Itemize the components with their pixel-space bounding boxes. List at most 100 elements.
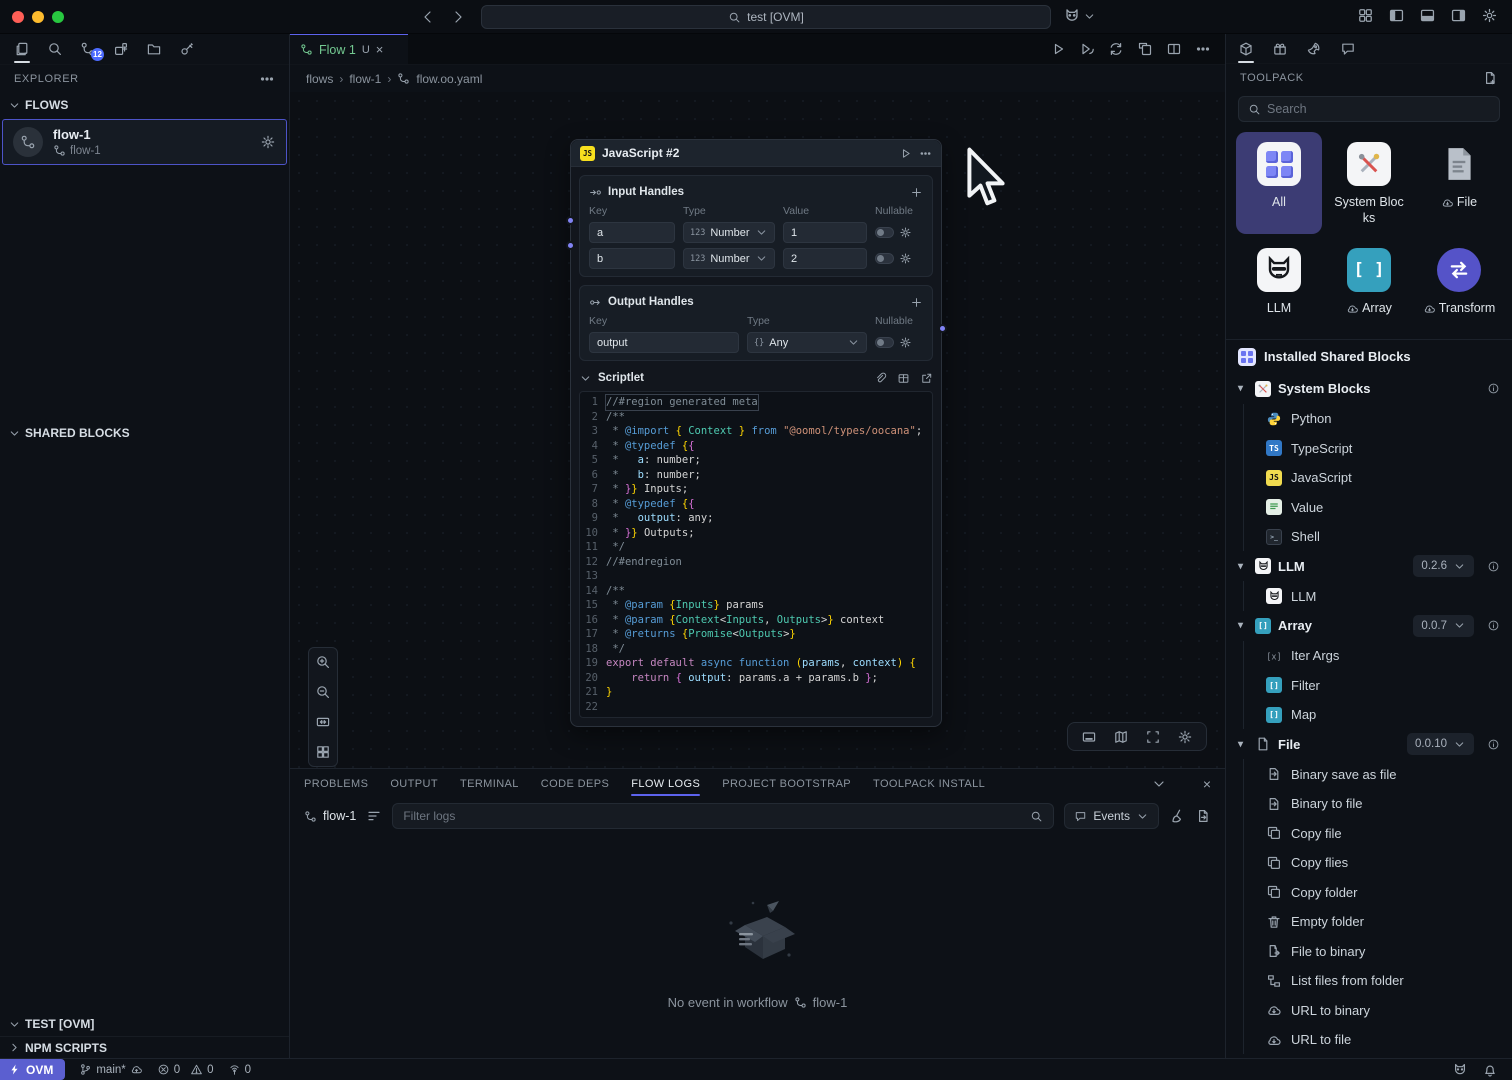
panel-right-icon[interactable]: [1450, 7, 1467, 24]
fit-icon[interactable]: [315, 714, 331, 730]
block-item-map[interactable]: []Map: [1226, 700, 1512, 730]
block-item-iter-args[interactable]: [x]Iter Args: [1226, 641, 1512, 671]
block-group-llm[interactable]: ▾LLM0.2.6: [1226, 551, 1512, 581]
panel-tab-code-deps[interactable]: CODE DEPS: [541, 769, 609, 799]
panel-flow-name[interactable]: flow-1: [304, 809, 356, 823]
toolpack-card-transform[interactable]: Transform: [1416, 238, 1502, 325]
panel-tab-toolpack-install[interactable]: TOOLPACK INSTALL: [873, 769, 985, 799]
canvas-map-icon[interactable]: [1113, 729, 1129, 745]
nullable-toggle[interactable]: [875, 337, 894, 348]
block-item-binary-save-as-file[interactable]: Binary save as file: [1226, 759, 1512, 789]
flow-card[interactable]: flow-1 flow-1: [2, 119, 287, 165]
history-back-button[interactable]: [420, 9, 436, 25]
editor-action-dup-icon[interactable]: [1137, 41, 1153, 57]
block-item-filter[interactable]: []Filter: [1226, 670, 1512, 700]
block-item-file-to-binary[interactable]: File to binary: [1226, 936, 1512, 966]
block-item-copy-flies[interactable]: Copy flies: [1226, 848, 1512, 878]
block-group-array[interactable]: ▾[]Array0.0.7: [1226, 611, 1512, 641]
panel-tab-project-bootstrap[interactable]: PROJECT BOOTSTRAP: [722, 769, 851, 799]
toolpack-search-input[interactable]: [1267, 102, 1490, 116]
rpanel-tab-chat-icon[interactable]: [1336, 36, 1360, 62]
flows-section-header[interactable]: FLOWS: [0, 93, 289, 117]
version-select[interactable]: 0.2.6: [1413, 555, 1474, 577]
block-item-binary-to-file[interactable]: Binary to file: [1226, 789, 1512, 819]
scriptlet-code-editor[interactable]: 1//#region generated meta2/**3 * @import…: [579, 391, 933, 718]
toolpack-card-file[interactable]: File: [1416, 132, 1502, 234]
git-branch-status[interactable]: main*: [79, 1063, 142, 1076]
add-input-icon[interactable]: [910, 186, 923, 199]
filter-logs-input[interactable]: [403, 809, 1030, 823]
editor-action-dots-icon[interactable]: [1195, 41, 1211, 57]
panel-tab-problems[interactable]: PROBLEMS: [304, 769, 368, 799]
log-list-icon[interactable]: [366, 808, 382, 824]
filter-logs-field[interactable]: [392, 803, 1054, 829]
block-item-copy-folder[interactable]: Copy folder: [1226, 877, 1512, 907]
close-window-button[interactable]: [12, 11, 24, 23]
panel-bottom-icon[interactable]: [1419, 7, 1436, 24]
editor-action-split-icon[interactable]: [1166, 41, 1182, 57]
panel-left-icon[interactable]: [1388, 7, 1405, 24]
export-logs-icon[interactable]: [1195, 808, 1211, 824]
minimize-window-button[interactable]: [32, 11, 44, 23]
breadcrumb-item[interactable]: flows: [306, 72, 333, 86]
tab-flow-1[interactable]: Flow 1 U ×: [290, 34, 408, 64]
block-item-value[interactable]: Value: [1226, 492, 1512, 522]
zoom-out-icon[interactable]: [315, 684, 331, 700]
layout-grid-icon[interactable]: [1357, 7, 1374, 24]
activity-files-icon[interactable]: [10, 36, 34, 62]
new-toolpack-icon[interactable]: [1482, 70, 1498, 86]
project-section-header[interactable]: TEST [OVM]: [0, 1012, 289, 1036]
version-select[interactable]: 0.0.7: [1413, 615, 1474, 637]
info-icon[interactable]: [1487, 382, 1500, 395]
block-item-url-to-file[interactable]: URL to file: [1226, 1025, 1512, 1055]
nullable-toggle[interactable]: [875, 227, 894, 238]
table-icon[interactable]: [897, 372, 910, 385]
handle-value-field[interactable]: 2: [783, 248, 867, 269]
info-icon[interactable]: [1487, 619, 1500, 632]
node-menu-icon[interactable]: [919, 147, 932, 160]
toolpack-search-field[interactable]: [1238, 96, 1500, 122]
handle-value-field[interactable]: 1: [783, 222, 867, 243]
maximize-window-button[interactable]: [52, 11, 64, 23]
handle-settings-icon[interactable]: [899, 226, 912, 239]
toolpack-card-all[interactable]: All: [1236, 132, 1322, 234]
block-item-shell[interactable]: >_Shell: [1226, 522, 1512, 552]
toolpack-card-system-blocks[interactable]: System Blocks: [1326, 132, 1412, 234]
panel-maximize-icon[interactable]: [1151, 776, 1167, 792]
block-item-empty-folder[interactable]: Empty folder: [1226, 907, 1512, 937]
handle-key-field[interactable]: a: [589, 222, 675, 243]
run-node-icon[interactable]: [899, 147, 912, 160]
version-select[interactable]: 0.0.10: [1407, 733, 1474, 755]
npm-scripts-section-header[interactable]: NPM SCRIPTS: [0, 1036, 289, 1058]
flow-canvas[interactable]: JS JavaScript #2 Input Handles: [290, 92, 1225, 768]
handle-key-field[interactable]: b: [589, 248, 675, 269]
block-item-url-to-binary[interactable]: URL to binary: [1226, 995, 1512, 1025]
shared-blocks-section-header[interactable]: SHARED BLOCKS: [0, 421, 289, 445]
history-forward-button[interactable]: [450, 9, 466, 25]
block-item-python[interactable]: Python: [1226, 404, 1512, 434]
handle-settings-icon[interactable]: [899, 252, 912, 265]
info-icon[interactable]: [1487, 560, 1500, 573]
block-group-file[interactable]: ▾File0.0.10: [1226, 729, 1512, 759]
canvas-frame-icon[interactable]: [1145, 729, 1161, 745]
panel-tab-output[interactable]: OUTPUT: [390, 769, 438, 799]
handle-type-select[interactable]: {}Any: [747, 332, 867, 353]
block-item-typescript[interactable]: TSTypeScript: [1226, 433, 1512, 463]
ovm-badge[interactable]: OVM: [0, 1059, 65, 1080]
editor-action-loop-icon[interactable]: [1108, 41, 1124, 57]
activity-key-icon[interactable]: [175, 36, 199, 62]
handle-key-field[interactable]: output: [589, 332, 739, 353]
activity-blocks-icon[interactable]: [109, 36, 133, 62]
events-dropdown[interactable]: Events: [1064, 803, 1159, 829]
activity-search-icon[interactable]: [43, 36, 67, 62]
zoom-in-icon[interactable]: [315, 654, 331, 670]
input-handle-a[interactable]: [566, 216, 575, 225]
handle-settings-icon[interactable]: [899, 336, 912, 349]
command-center-search[interactable]: test [OVM]: [481, 5, 1051, 29]
tab-close-icon[interactable]: ×: [376, 42, 384, 57]
nullable-toggle[interactable]: [875, 253, 894, 264]
rpanel-tab-rocket-icon[interactable]: [1302, 36, 1326, 62]
handle-type-select[interactable]: 123Number: [683, 222, 775, 243]
editor-action-play-step-icon[interactable]: [1079, 41, 1095, 57]
statusbar-cat-icon[interactable]: [1452, 1062, 1468, 1078]
